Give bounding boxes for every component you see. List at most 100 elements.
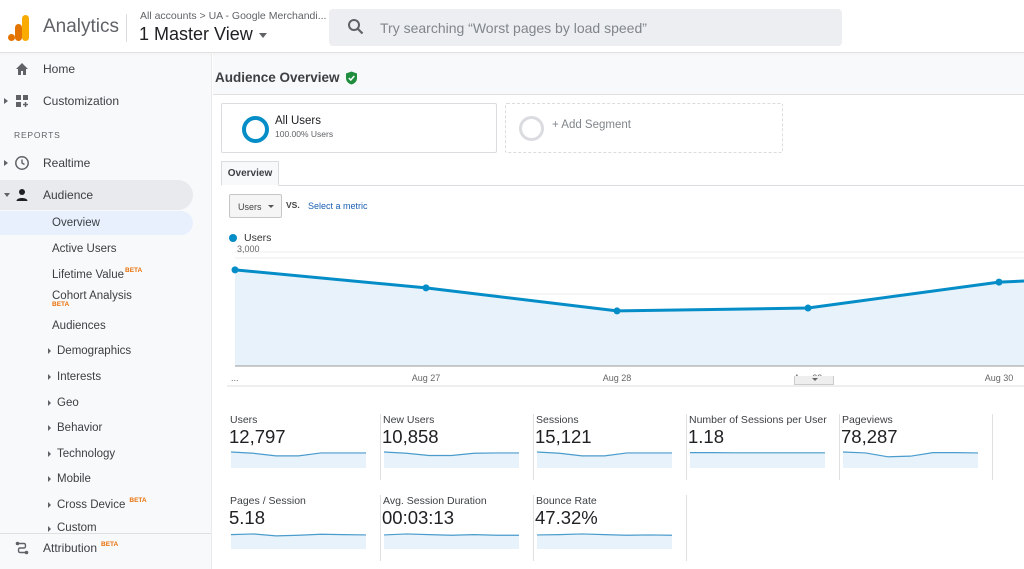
x-tick-label: Aug 28 bbox=[603, 373, 632, 383]
metric-label: Bounce Rate bbox=[536, 495, 597, 507]
collapse-icon bbox=[4, 193, 10, 197]
expand-icon bbox=[48, 374, 51, 380]
metric-tile[interactable]: Pages / Session 5.18 bbox=[228, 495, 381, 561]
sparkline-area bbox=[843, 452, 978, 468]
sidebar-item-demographics[interactable]: Demographics bbox=[0, 339, 193, 363]
sidebar-item-technology[interactable]: Technology bbox=[0, 442, 193, 466]
sidebar-item-audiences[interactable]: Audiences bbox=[0, 314, 193, 338]
x-tick-label: Aug 30 bbox=[985, 373, 1014, 383]
view-selector[interactable]: 1 Master View bbox=[139, 24, 267, 45]
chart-collapse-toggle[interactable] bbox=[794, 376, 834, 385]
metric-tile[interactable]: Sessions 15,121 bbox=[534, 414, 687, 480]
sidebar-item-label: Lifetime Value bbox=[52, 269, 125, 281]
divider bbox=[126, 14, 127, 42]
sidebar-item-audience[interactable]: Audience bbox=[0, 180, 193, 210]
beta-badge: BETA bbox=[101, 541, 119, 548]
metric-tile[interactable]: Number of Sessions per User 1.18 bbox=[687, 414, 840, 480]
sidebar-item-label: Geo bbox=[57, 397, 79, 409]
attribution-icon bbox=[15, 541, 29, 555]
add-segment-button[interactable]: + Add Segment bbox=[505, 103, 783, 153]
sidebar-item-label: Active Users bbox=[52, 243, 117, 255]
dashboard-icon bbox=[16, 95, 28, 107]
select-metric-link[interactable]: Select a metric bbox=[308, 201, 368, 211]
data-point bbox=[995, 278, 1003, 286]
data-point bbox=[231, 266, 239, 274]
sidebar-item-attribution[interactable]: Attribution BETA bbox=[0, 533, 193, 563]
metric-value: 78,287 bbox=[841, 426, 898, 447]
page-header: Audience Overview bbox=[213, 54, 1024, 95]
search-icon bbox=[348, 19, 364, 35]
sparkline bbox=[231, 533, 366, 549]
top-bar: Analytics All accounts > UA - Google Mer… bbox=[0, 0, 1024, 53]
sparkline bbox=[384, 533, 519, 549]
sidebar-item-label: Customization bbox=[43, 94, 120, 108]
expand-icon bbox=[48, 526, 51, 532]
metric-tile[interactable]: Pageviews 78,287 bbox=[840, 414, 993, 480]
segment-percentage: 100.00% Users bbox=[275, 129, 334, 139]
sidebar-item-label: Home bbox=[43, 62, 76, 76]
users-area bbox=[235, 269, 1024, 366]
expand-icon bbox=[48, 476, 51, 482]
reports-section-label: REPORTS bbox=[14, 130, 61, 140]
sparkline-area bbox=[537, 533, 672, 549]
account-breadcrumb[interactable]: All accounts > UA - Google Merchandi... bbox=[140, 10, 326, 22]
metric-tile[interactable]: Avg. Session Duration 00:03:13 bbox=[381, 495, 534, 561]
metric-value: 47.32% bbox=[535, 507, 598, 528]
sparkline bbox=[537, 533, 672, 549]
metric-tile[interactable]: Users 12,797 bbox=[228, 414, 381, 480]
sparkline-line bbox=[537, 533, 672, 536]
beta-badge: BETA bbox=[52, 301, 70, 308]
segment-all-users[interactable]: All Users 100.00% Users bbox=[221, 103, 497, 153]
y-tick-label: 3,000 bbox=[237, 244, 260, 254]
x-tick-label: ... bbox=[231, 373, 239, 383]
chevron-down-icon bbox=[258, 32, 267, 38]
expand-icon bbox=[48, 502, 51, 508]
main-content: Audience Overview All Users 100.00% User… bbox=[213, 54, 1024, 569]
sidebar-item-mobile[interactable]: Mobile bbox=[0, 467, 193, 491]
sidebar-item-cross-device[interactable]: Cross Device BETA bbox=[0, 493, 193, 517]
sidebar-item-behavior[interactable]: Behavior bbox=[0, 416, 193, 440]
chevron-down-icon bbox=[268, 205, 274, 208]
segment-name: All Users bbox=[275, 115, 322, 127]
sidebar-item-interests[interactable]: Interests bbox=[0, 365, 193, 389]
clock-icon bbox=[15, 156, 29, 170]
sidebar-item-custom[interactable]: Custom bbox=[0, 518, 193, 532]
sidebar-item-realtime[interactable]: Realtime bbox=[0, 148, 193, 178]
sidebar-item-label: Cross Device bbox=[57, 499, 126, 511]
data-point bbox=[804, 304, 812, 312]
metric-label: Sessions bbox=[536, 414, 579, 426]
sidebar-item-active-users[interactable]: Active Users bbox=[0, 237, 193, 261]
tab-overview[interactable]: Overview bbox=[221, 161, 279, 186]
analytics-logo-icon[interactable] bbox=[8, 15, 30, 41]
metric-label: Pageviews bbox=[842, 414, 893, 426]
sidebar-item-label: Demographics bbox=[57, 345, 132, 357]
sparkline bbox=[537, 451, 672, 468]
metric-value: 15,121 bbox=[535, 426, 592, 447]
sparkline-area bbox=[384, 452, 519, 468]
legend-label: Users bbox=[244, 232, 272, 244]
sidebar-item-geo[interactable]: Geo bbox=[0, 391, 193, 415]
sidebar-item-label: Realtime bbox=[43, 156, 91, 170]
expand-icon bbox=[48, 400, 51, 406]
search-input[interactable]: Try searching “Worst pages by load speed… bbox=[329, 9, 842, 46]
sidebar-item-overview[interactable]: Overview bbox=[0, 211, 193, 235]
person-icon bbox=[16, 189, 28, 201]
metric-value: 12,797 bbox=[229, 426, 286, 447]
sidebar-item-label: Interests bbox=[57, 371, 102, 383]
metric-tile[interactable]: New Users 10,858 bbox=[381, 414, 534, 480]
sparkline-area bbox=[537, 452, 672, 468]
expand-icon bbox=[4, 98, 8, 104]
sidebar-item-cohort-analysis[interactable]: Cohort Analysis BETA bbox=[0, 284, 193, 308]
sidebar-item-home[interactable]: Home bbox=[0, 54, 193, 84]
metric-label: Avg. Session Duration bbox=[383, 495, 487, 507]
metric-tile[interactable]: Bounce Rate 47.32% bbox=[534, 495, 687, 561]
search-placeholder: Try searching “Worst pages by load speed… bbox=[380, 20, 647, 36]
page-title: Audience Overview bbox=[215, 70, 340, 85]
tab-bar-border bbox=[221, 185, 1024, 186]
metric-dropdown[interactable]: Users bbox=[229, 194, 282, 218]
sidebar-item-customization[interactable]: Customization bbox=[0, 86, 193, 116]
sparkline-area bbox=[231, 533, 366, 549]
sparkline-area bbox=[384, 533, 519, 549]
metric-value: 00:03:13 bbox=[382, 507, 455, 528]
sparkline bbox=[231, 451, 366, 468]
